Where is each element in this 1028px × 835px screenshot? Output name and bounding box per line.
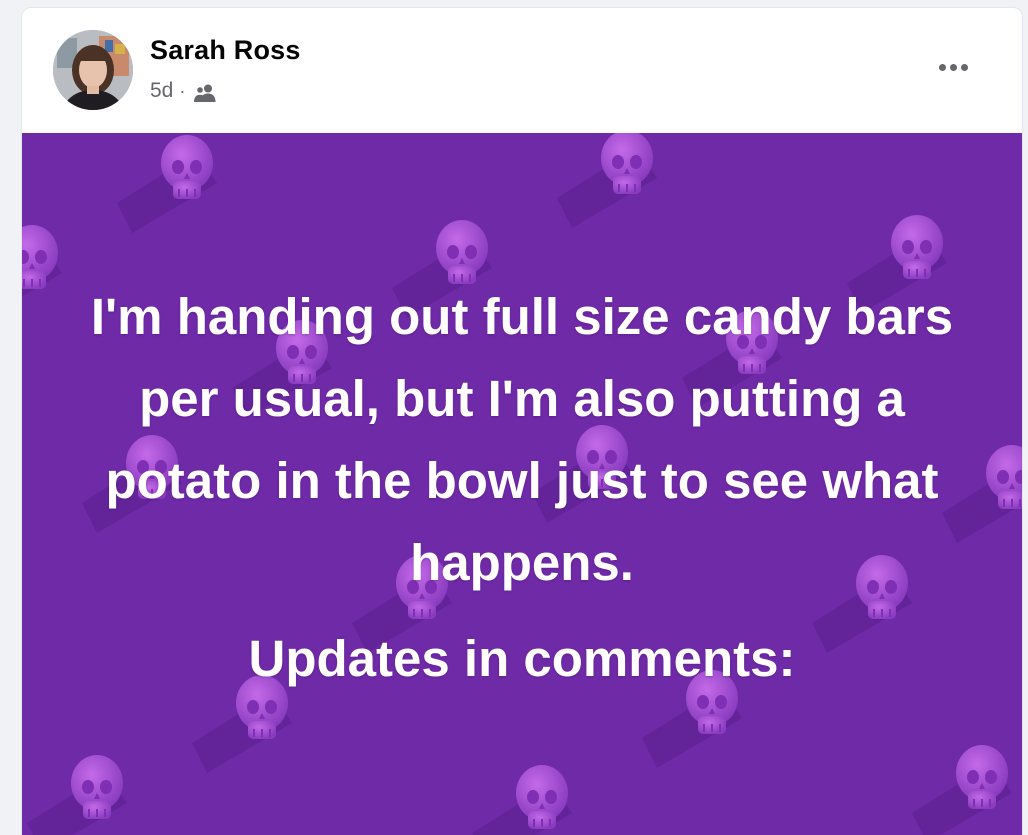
post-header: Sarah Ross 5d · [22, 8, 1022, 133]
post-meta: 5d · [150, 76, 217, 106]
post-text: I'm handing out full size candy bars per… [62, 276, 982, 700]
more-dot [938, 63, 946, 71]
post-body-text: I'm handing out full size candy bars per… [90, 288, 954, 591]
more-dot [960, 63, 968, 71]
more-options-icon[interactable] [928, 50, 978, 84]
author-avatar[interactable] [53, 30, 133, 110]
post-timestamp[interactable]: 5d [150, 79, 173, 103]
more-dot [949, 63, 957, 71]
post-updates-text: Updates in comments: [248, 630, 796, 687]
post-card: Sarah Ross 5d · I'm handing out full siz… [21, 7, 1023, 835]
author-name[interactable]: Sarah Ross [150, 35, 301, 66]
meta-separator: · [179, 80, 186, 101]
post-background: I'm handing out full size candy bars per… [22, 133, 1022, 835]
friends-icon[interactable] [193, 83, 217, 103]
